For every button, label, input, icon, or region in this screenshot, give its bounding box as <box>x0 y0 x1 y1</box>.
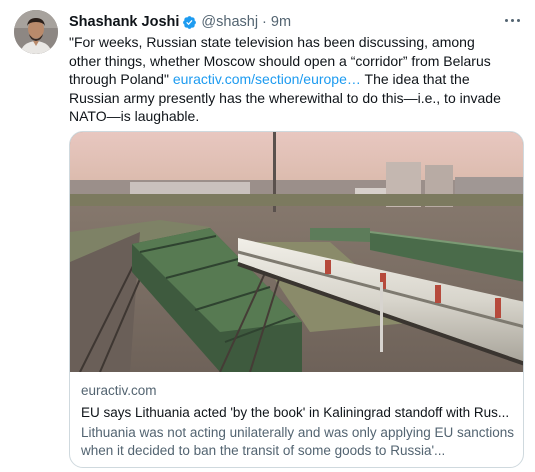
link-preview-card[interactable]: euractiv.com EU says Lithuania acted 'by… <box>69 131 524 468</box>
verified-badge-icon <box>182 15 197 30</box>
card-domain: euractiv.com <box>81 383 157 398</box>
card-image-train-yard <box>70 132 523 372</box>
avatar-photo-icon <box>14 10 58 54</box>
card-description: Lithuania was not acting unilaterally an… <box>81 425 515 458</box>
more-options-icon[interactable] <box>503 12 521 28</box>
tweet-link[interactable]: euractiv.com/section/europe… <box>173 71 361 87</box>
timestamp[interactable]: 9m <box>271 14 291 30</box>
separator-dot: · <box>262 14 267 30</box>
tweet-text: "For weeks, Russian state television has… <box>69 33 509 126</box>
tweet[interactable]: Shashank Joshi @shashj · 9m "For weeks, … <box>0 0 535 472</box>
author-handle[interactable]: @shashj <box>201 14 258 30</box>
avatar[interactable] <box>14 10 58 54</box>
author-name[interactable]: Shashank Joshi <box>69 14 179 30</box>
card-title: EU says Lithuania acted 'by the book' in… <box>81 405 510 420</box>
card-meta: euractiv.com EU says Lithuania acted 'by… <box>81 382 514 460</box>
tweet-header: Shashank Joshi @shashj · 9m <box>69 12 291 32</box>
